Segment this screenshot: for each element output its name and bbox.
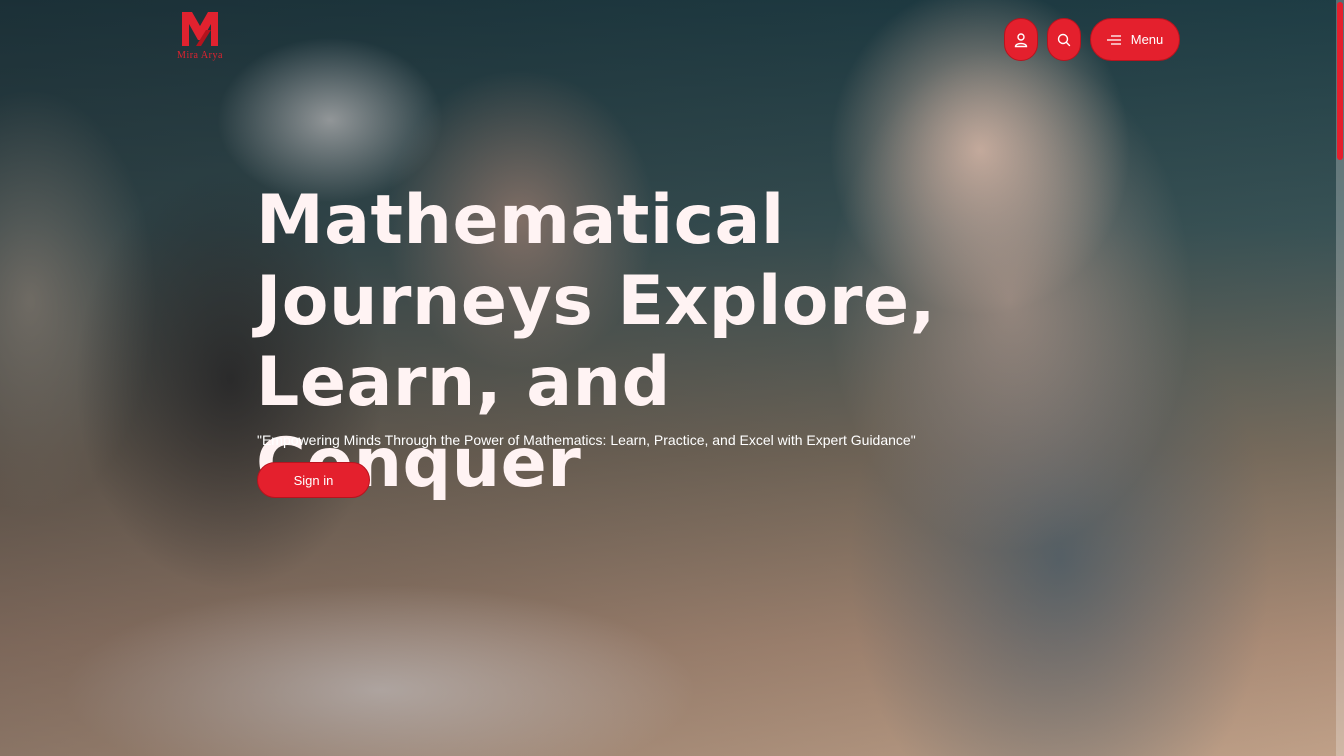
hero-subtitle: "Empowering Minds Through the Power of M… xyxy=(257,432,916,448)
header-actions: Menu xyxy=(1004,18,1180,61)
menu-button[interactable]: Menu xyxy=(1090,18,1180,61)
search-button[interactable] xyxy=(1047,18,1081,61)
site-logo[interactable]: Mira Arya xyxy=(168,10,232,66)
account-button[interactable] xyxy=(1004,18,1038,61)
hero-title: Mathematical Journeys Explore, Learn, an… xyxy=(256,181,936,503)
menu-label: Menu xyxy=(1130,32,1164,47)
search-icon xyxy=(1057,33,1071,46)
logo-text: Mira Arya xyxy=(177,50,223,61)
menu-lines-icon xyxy=(1106,34,1121,46)
scrollbar-thumb[interactable] xyxy=(1337,2,1343,160)
sign-in-button[interactable]: Sign in xyxy=(257,462,370,498)
user-icon xyxy=(1014,32,1028,47)
page-scrollbar[interactable] xyxy=(1336,0,1344,756)
logo-mark-icon xyxy=(182,12,218,46)
